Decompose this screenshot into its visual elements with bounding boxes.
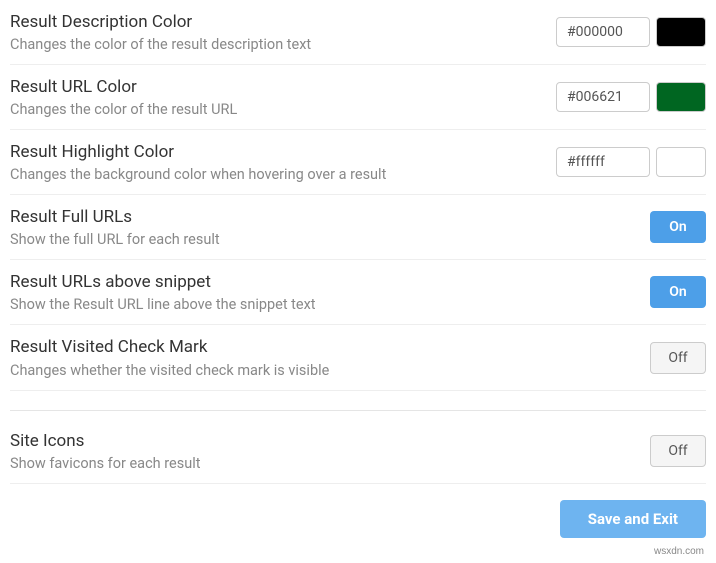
toggle-site-icons[interactable]: Off (650, 435, 706, 467)
setting-right (556, 82, 706, 112)
setting-hint: Show the full URL for each result (10, 231, 630, 248)
setting-left: Result URLs above snippet Show the Resul… (10, 271, 650, 313)
setting-left: Site Icons Show favicons for each result (10, 430, 650, 472)
setting-title: Result Full URLs (10, 206, 630, 228)
setting-right: On (650, 276, 706, 308)
setting-title: Result URL Color (10, 76, 536, 98)
setting-hint: Changes whether the visited check mark i… (10, 362, 630, 379)
toggle-result-visited-check-mark[interactable]: Off (650, 342, 706, 374)
setting-right (556, 147, 706, 177)
save-and-exit-button[interactable]: Save and Exit (560, 500, 706, 538)
group-divider (10, 391, 706, 411)
row-result-urls-above-snippet: Result URLs above snippet Show the Resul… (10, 260, 706, 325)
setting-left: Result Visited Check Mark Changes whethe… (10, 336, 650, 378)
setting-left: Result Description Color Changes the col… (10, 11, 556, 53)
setting-right: Off (650, 435, 706, 467)
color-swatch-result-url[interactable] (656, 82, 706, 112)
color-swatch-result-description[interactable] (656, 17, 706, 47)
setting-right: On (650, 211, 706, 243)
footer: Save and Exit (10, 484, 706, 548)
setting-right: Off (650, 342, 706, 374)
setting-right (556, 17, 706, 47)
setting-title: Result Description Color (10, 11, 536, 33)
row-result-description-color: Result Description Color Changes the col… (10, 0, 706, 65)
setting-title: Result Visited Check Mark (10, 336, 630, 358)
setting-title: Site Icons (10, 430, 630, 452)
color-swatch-result-highlight[interactable] (656, 147, 706, 177)
setting-left: Result Full URLs Show the full URL for e… (10, 206, 650, 248)
setting-hint: Changes the background color when hoveri… (10, 166, 536, 183)
color-input-result-highlight[interactable] (556, 147, 650, 177)
watermark: wsxdn.com (654, 546, 704, 557)
setting-title: Result Highlight Color (10, 141, 536, 163)
setting-title: Result URLs above snippet (10, 271, 630, 293)
row-result-visited-check-mark: Result Visited Check Mark Changes whethe… (10, 325, 706, 390)
row-site-icons: Site Icons Show favicons for each result… (10, 419, 706, 484)
setting-hint: Show favicons for each result (10, 455, 630, 472)
row-result-highlight-color: Result Highlight Color Changes the backg… (10, 130, 706, 195)
color-input-result-description[interactable] (556, 17, 650, 47)
toggle-result-full-urls[interactable]: On (650, 211, 706, 243)
setting-hint: Show the Result URL line above the snipp… (10, 296, 630, 313)
setting-left: Result Highlight Color Changes the backg… (10, 141, 556, 183)
setting-left: Result URL Color Changes the color of th… (10, 76, 556, 118)
color-input-result-url[interactable] (556, 82, 650, 112)
toggle-result-urls-above-snippet[interactable]: On (650, 276, 706, 308)
setting-hint: Changes the color of the result URL (10, 101, 536, 118)
setting-hint: Changes the color of the result descript… (10, 36, 536, 53)
row-result-url-color: Result URL Color Changes the color of th… (10, 65, 706, 130)
row-result-full-urls: Result Full URLs Show the full URL for e… (10, 195, 706, 260)
